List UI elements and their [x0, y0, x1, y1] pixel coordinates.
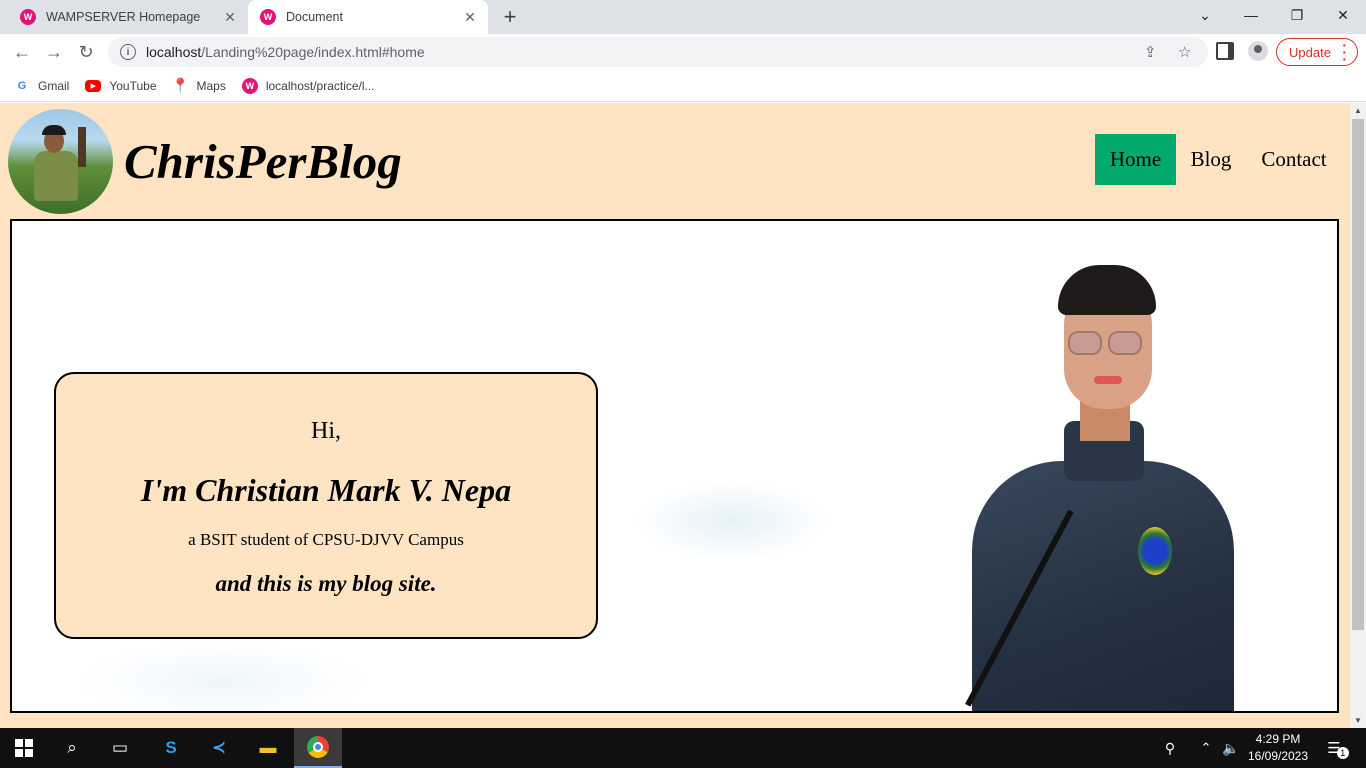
youtube-icon: ▶ — [85, 79, 102, 92]
system-clock[interactable]: 4:29 PM 16/09/2023 — [1246, 731, 1310, 765]
file-explorer-icon[interactable]: ▬ — [244, 728, 292, 768]
author-subtitle: a BSIT student of CPSU-DJVV Campus — [188, 530, 464, 549]
nav-home[interactable]: Home — [1095, 134, 1176, 185]
school-badge-icon — [1138, 527, 1172, 575]
minimize-button[interactable]: — — [1228, 0, 1274, 30]
back-button[interactable]: ← — [8, 38, 36, 66]
scroll-up-icon[interactable]: ▲ — [1354, 106, 1362, 115]
close-icon[interactable]: ✕ — [458, 9, 482, 26]
start-button[interactable] — [0, 728, 48, 768]
scrollbar-thumb[interactable] — [1352, 119, 1364, 630]
window-close-button[interactable]: ✕ — [1320, 0, 1366, 30]
maps-icon: 📍 — [171, 77, 190, 93]
author-name: I'm Christian Mark V. Nepa — [140, 472, 512, 508]
people-icon[interactable]: ⚲ — [1156, 728, 1184, 768]
scroll-down-icon[interactable]: ▼ — [1354, 716, 1362, 725]
wampserver-icon: W — [241, 77, 258, 94]
reload-button[interactable]: ↻ — [72, 38, 100, 66]
chevron-up-icon[interactable]: ⌃ — [1194, 728, 1218, 768]
volume-icon[interactable]: 🔈 — [1218, 728, 1244, 768]
bookmark-gmail[interactable]: G Gmail — [14, 78, 70, 94]
bookmarks-bar: G Gmail ▶ YouTube 📍 Maps W localhost/pra… — [0, 70, 1366, 102]
page-viewport: ChrisPerBlog Home Blog Contact Hi, I'm C… — [0, 103, 1350, 728]
forward-button[interactable]: → — [40, 38, 68, 66]
google-icon: G — [17, 79, 27, 92]
site-brand[interactable]: ChrisPerBlog — [124, 133, 402, 190]
greeting-text: Hi, — [311, 418, 341, 444]
intro-card: Hi, I'm Christian Mark V. Nepa a BSIT st… — [54, 372, 598, 639]
site-info-icon[interactable]: i — [120, 44, 136, 60]
bookmark-youtube[interactable]: ▶ YouTube — [85, 79, 157, 93]
tab-title: WAMPSERVER Homepage — [46, 10, 201, 24]
tab-search-icon[interactable]: ⌄ — [1182, 0, 1228, 30]
blog-tagline: and this is my blog site. — [215, 571, 437, 596]
taskbar: ⌕ ▭ S ≺ ▬ ⚲ ⌃ 🔈 4:29 PM 16/09/2023 ☰ 1 — [0, 728, 1366, 768]
notification-center-icon[interactable]: ☰ 1 — [1318, 728, 1358, 768]
hero-section: Hi, I'm Christian Mark V. Nepa a BSIT st… — [10, 219, 1339, 713]
windows-icon — [15, 739, 33, 757]
new-tab-button[interactable]: + — [498, 4, 522, 29]
address-bar[interactable]: i localhost/Landing%20page/index.html#ho… — [108, 37, 1208, 67]
nav-blog[interactable]: Blog — [1176, 134, 1246, 185]
tab-document[interactable]: W Document ✕ — [248, 0, 488, 34]
chrome-icon[interactable] — [294, 728, 342, 768]
menu-dots-icon: · · · — [1342, 37, 1347, 67]
tab-wampserver[interactable]: W WAMPSERVER Homepage ✕ — [8, 0, 248, 34]
task-view-icon[interactable]: ▭ — [96, 728, 144, 768]
bookmark-maps[interactable]: 📍 Maps — [171, 77, 226, 94]
bookmark-star-icon[interactable]: ☆ — [1178, 43, 1191, 61]
wampserver-icon: W — [260, 9, 276, 25]
profile-photo — [8, 109, 113, 214]
share-icon[interactable]: ⇪ — [1144, 43, 1157, 61]
page-scrollbar[interactable]: ▲ ▼ — [1350, 103, 1366, 728]
profile-avatar-icon[interactable] — [1248, 41, 1268, 61]
update-button[interactable]: Update · · · — [1276, 38, 1358, 66]
wampserver-icon: W — [20, 9, 36, 25]
bookmark-localhost[interactable]: W localhost/practice/l... — [241, 77, 375, 94]
restore-button[interactable]: ❐ — [1274, 0, 1320, 30]
nav-contact[interactable]: Contact — [1248, 134, 1340, 185]
vscode-icon[interactable]: ≺ — [196, 728, 242, 768]
tab-strip: W WAMPSERVER Homepage ✕ W Document ✕ + ⌄… — [0, 0, 1366, 34]
author-photo — [965, 261, 1242, 711]
url-text[interactable]: localhost/Landing%20page/index.html#home — [146, 44, 425, 60]
skype-icon[interactable]: S — [148, 728, 194, 768]
browser-toolbar: ← → ↻ i localhost/Landing%20page/index.h… — [0, 34, 1366, 70]
tab-title: Document — [286, 10, 343, 24]
side-panel-icon[interactable] — [1216, 42, 1234, 60]
close-icon[interactable]: ✕ — [218, 9, 242, 26]
search-icon[interactable]: ⌕ — [48, 728, 96, 768]
